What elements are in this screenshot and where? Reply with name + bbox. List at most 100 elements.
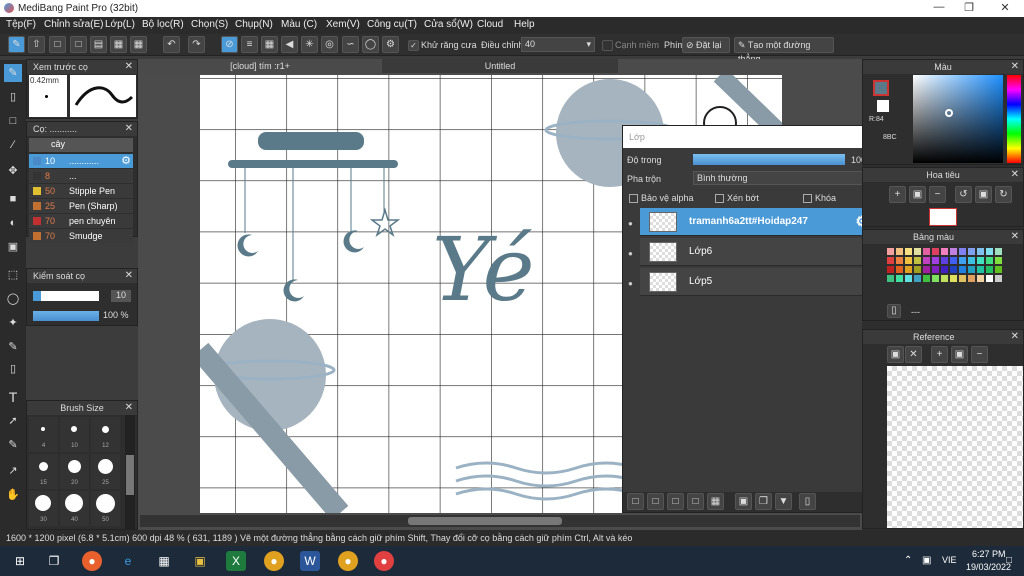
- color-swatch[interactable]: [959, 248, 966, 255]
- brush-item[interactable]: 50 Stipple Pen: [29, 184, 133, 198]
- brush-item[interactable]: 70 pen chuyên: [29, 214, 133, 228]
- brush-item[interactable]: 8...: [29, 169, 133, 183]
- lock-checkbox[interactable]: [803, 194, 812, 203]
- primary-color-swatch[interactable]: [873, 80, 889, 96]
- horizontal-scrollbar[interactable]: [140, 515, 860, 527]
- close-icon[interactable]: ✕: [125, 402, 133, 413]
- eye-icon[interactable]: ●: [628, 219, 633, 228]
- flip-icon[interactable]: ▣: [975, 186, 992, 203]
- color-swatch[interactable]: [968, 257, 975, 264]
- color-swatch[interactable]: [950, 275, 957, 282]
- color-swatch[interactable]: [914, 275, 921, 282]
- rotate-left-icon[interactable]: ↺: [955, 186, 972, 203]
- zoom-out-icon[interactable]: −: [971, 346, 988, 363]
- layer-row[interactable]: tramanh6a2tt#Hoidap247⚙: [640, 208, 870, 236]
- color-swatch[interactable]: [887, 266, 894, 273]
- layer-row[interactable]: Lớp6: [640, 238, 870, 266]
- new-layer-icon[interactable]: □: [627, 493, 644, 510]
- color-swatch[interactable]: [887, 257, 894, 264]
- brush-size-cell[interactable]: 12: [91, 417, 120, 452]
- operation-icon[interactable]: ➚: [4, 412, 22, 430]
- edge-checkbox[interactable]: [602, 40, 613, 51]
- select-rect-icon[interactable]: ⬚: [4, 266, 22, 284]
- excel-icon[interactable]: X: [226, 551, 246, 571]
- manage-icon[interactable]: ▦: [110, 36, 127, 53]
- close-icon[interactable]: ✕: [1011, 231, 1019, 242]
- layer-row[interactable]: Lớp5: [640, 268, 870, 296]
- opacity-slider[interactable]: [33, 311, 99, 321]
- line-icon[interactable]: ∕: [4, 136, 22, 154]
- color-swatch[interactable]: [977, 248, 984, 255]
- brush-size-cell[interactable]: 10: [60, 417, 89, 452]
- eye-icon[interactable]: ●: [628, 279, 633, 288]
- color-swatch[interactable]: [995, 248, 1002, 255]
- menu-tools[interactable]: Công cụ(T): [367, 19, 417, 30]
- reset-button[interactable]: ⊘ Đặt lại: [682, 37, 730, 53]
- hand-icon[interactable]: ✋: [4, 486, 22, 504]
- color-swatch[interactable]: [905, 275, 912, 282]
- color-swatch[interactable]: [914, 257, 921, 264]
- menu-window[interactable]: Cửa sổ(W): [424, 19, 473, 30]
- color-swatch[interactable]: [986, 248, 993, 255]
- color-swatch[interactable]: [968, 266, 975, 273]
- color-swatch[interactable]: [887, 275, 894, 282]
- halftone-layer-icon[interactable]: □: [687, 493, 704, 510]
- clip-checkbox[interactable]: [715, 194, 724, 203]
- chat-icon[interactable]: □: [70, 36, 87, 53]
- color-swatch[interactable]: [923, 266, 930, 273]
- settings-snap-icon[interactable]: ⚙: [382, 36, 399, 53]
- notification-icon[interactable]: □: [1006, 555, 1012, 566]
- color-swatch[interactable]: [995, 275, 1002, 282]
- brush-size-cell[interactable]: 15: [29, 454, 58, 489]
- color-swatch[interactable]: [923, 248, 930, 255]
- new-layer-1bit-icon[interactable]: □: [667, 493, 684, 510]
- navigator-thumbnail[interactable]: [929, 208, 957, 226]
- concentric-snap-icon[interactable]: ◎: [321, 36, 338, 53]
- lasso-icon[interactable]: ◯: [4, 290, 22, 308]
- menu-filter[interactable]: Bộ lọc(R): [142, 19, 184, 30]
- move-icon[interactable]: ✥: [4, 162, 22, 180]
- color-swatch[interactable]: [896, 266, 903, 273]
- color-swatch[interactable]: [905, 248, 912, 255]
- close-icon[interactable]: ✕: [125, 270, 133, 281]
- brush-size-cell[interactable]: 50: [91, 491, 120, 526]
- color-swatch[interactable]: [896, 275, 903, 282]
- trash-icon[interactable]: ▯: [799, 493, 816, 510]
- clock-time[interactable]: 6:27 PM: [972, 549, 1006, 559]
- color-swatch[interactable]: [968, 248, 975, 255]
- gear-icon[interactable]: ⚙: [121, 154, 131, 167]
- color-swatch[interactable]: [986, 257, 993, 264]
- reference-canvas[interactable]: [887, 366, 1023, 528]
- protect-alpha-checkbox[interactable]: [629, 194, 638, 203]
- color-swatch[interactable]: [941, 275, 948, 282]
- eraser-icon[interactable]: ▯: [4, 88, 22, 106]
- folder-icon[interactable]: ▣: [735, 493, 752, 510]
- color-swatch[interactable]: [950, 266, 957, 273]
- snap-off-icon[interactable]: ⊘: [221, 36, 238, 53]
- color-swatch[interactable]: [887, 248, 894, 255]
- color-swatch[interactable]: [923, 275, 930, 282]
- network-icon[interactable]: ▣: [922, 555, 931, 566]
- color-swatch[interactable]: [914, 248, 921, 255]
- picker-handle[interactable]: [945, 109, 953, 117]
- brush-item[interactable]: 70 Smudge: [29, 229, 133, 243]
- color-swatch[interactable]: [905, 266, 912, 273]
- color-swatch[interactable]: [941, 248, 948, 255]
- hand-pick-icon[interactable]: ↗: [4, 462, 22, 480]
- bucket-icon[interactable]: ◐: [4, 214, 22, 232]
- color-swatch[interactable]: [896, 257, 903, 264]
- menu-file[interactable]: Tệp(F): [6, 19, 36, 30]
- select-eraser-icon[interactable]: ▯: [4, 360, 22, 378]
- merge-icon[interactable]: ▼: [775, 493, 792, 510]
- close-ref-icon[interactable]: ✕: [905, 346, 922, 363]
- redo-icon[interactable]: ↷: [188, 36, 205, 53]
- select-pen-icon[interactable]: ✎: [4, 338, 22, 356]
- word-icon[interactable]: W: [300, 551, 320, 571]
- menu-cloud[interactable]: Cloud: [477, 19, 503, 30]
- adjust-select[interactable]: 40 ▾: [521, 37, 595, 52]
- color-swatch[interactable]: [986, 266, 993, 273]
- hue-slider[interactable]: [1007, 75, 1021, 163]
- scroll-thumb[interactable]: [408, 517, 562, 525]
- brush-size-cell[interactable]: 30: [29, 491, 58, 526]
- blend-select[interactable]: Bình thường▾: [693, 171, 881, 185]
